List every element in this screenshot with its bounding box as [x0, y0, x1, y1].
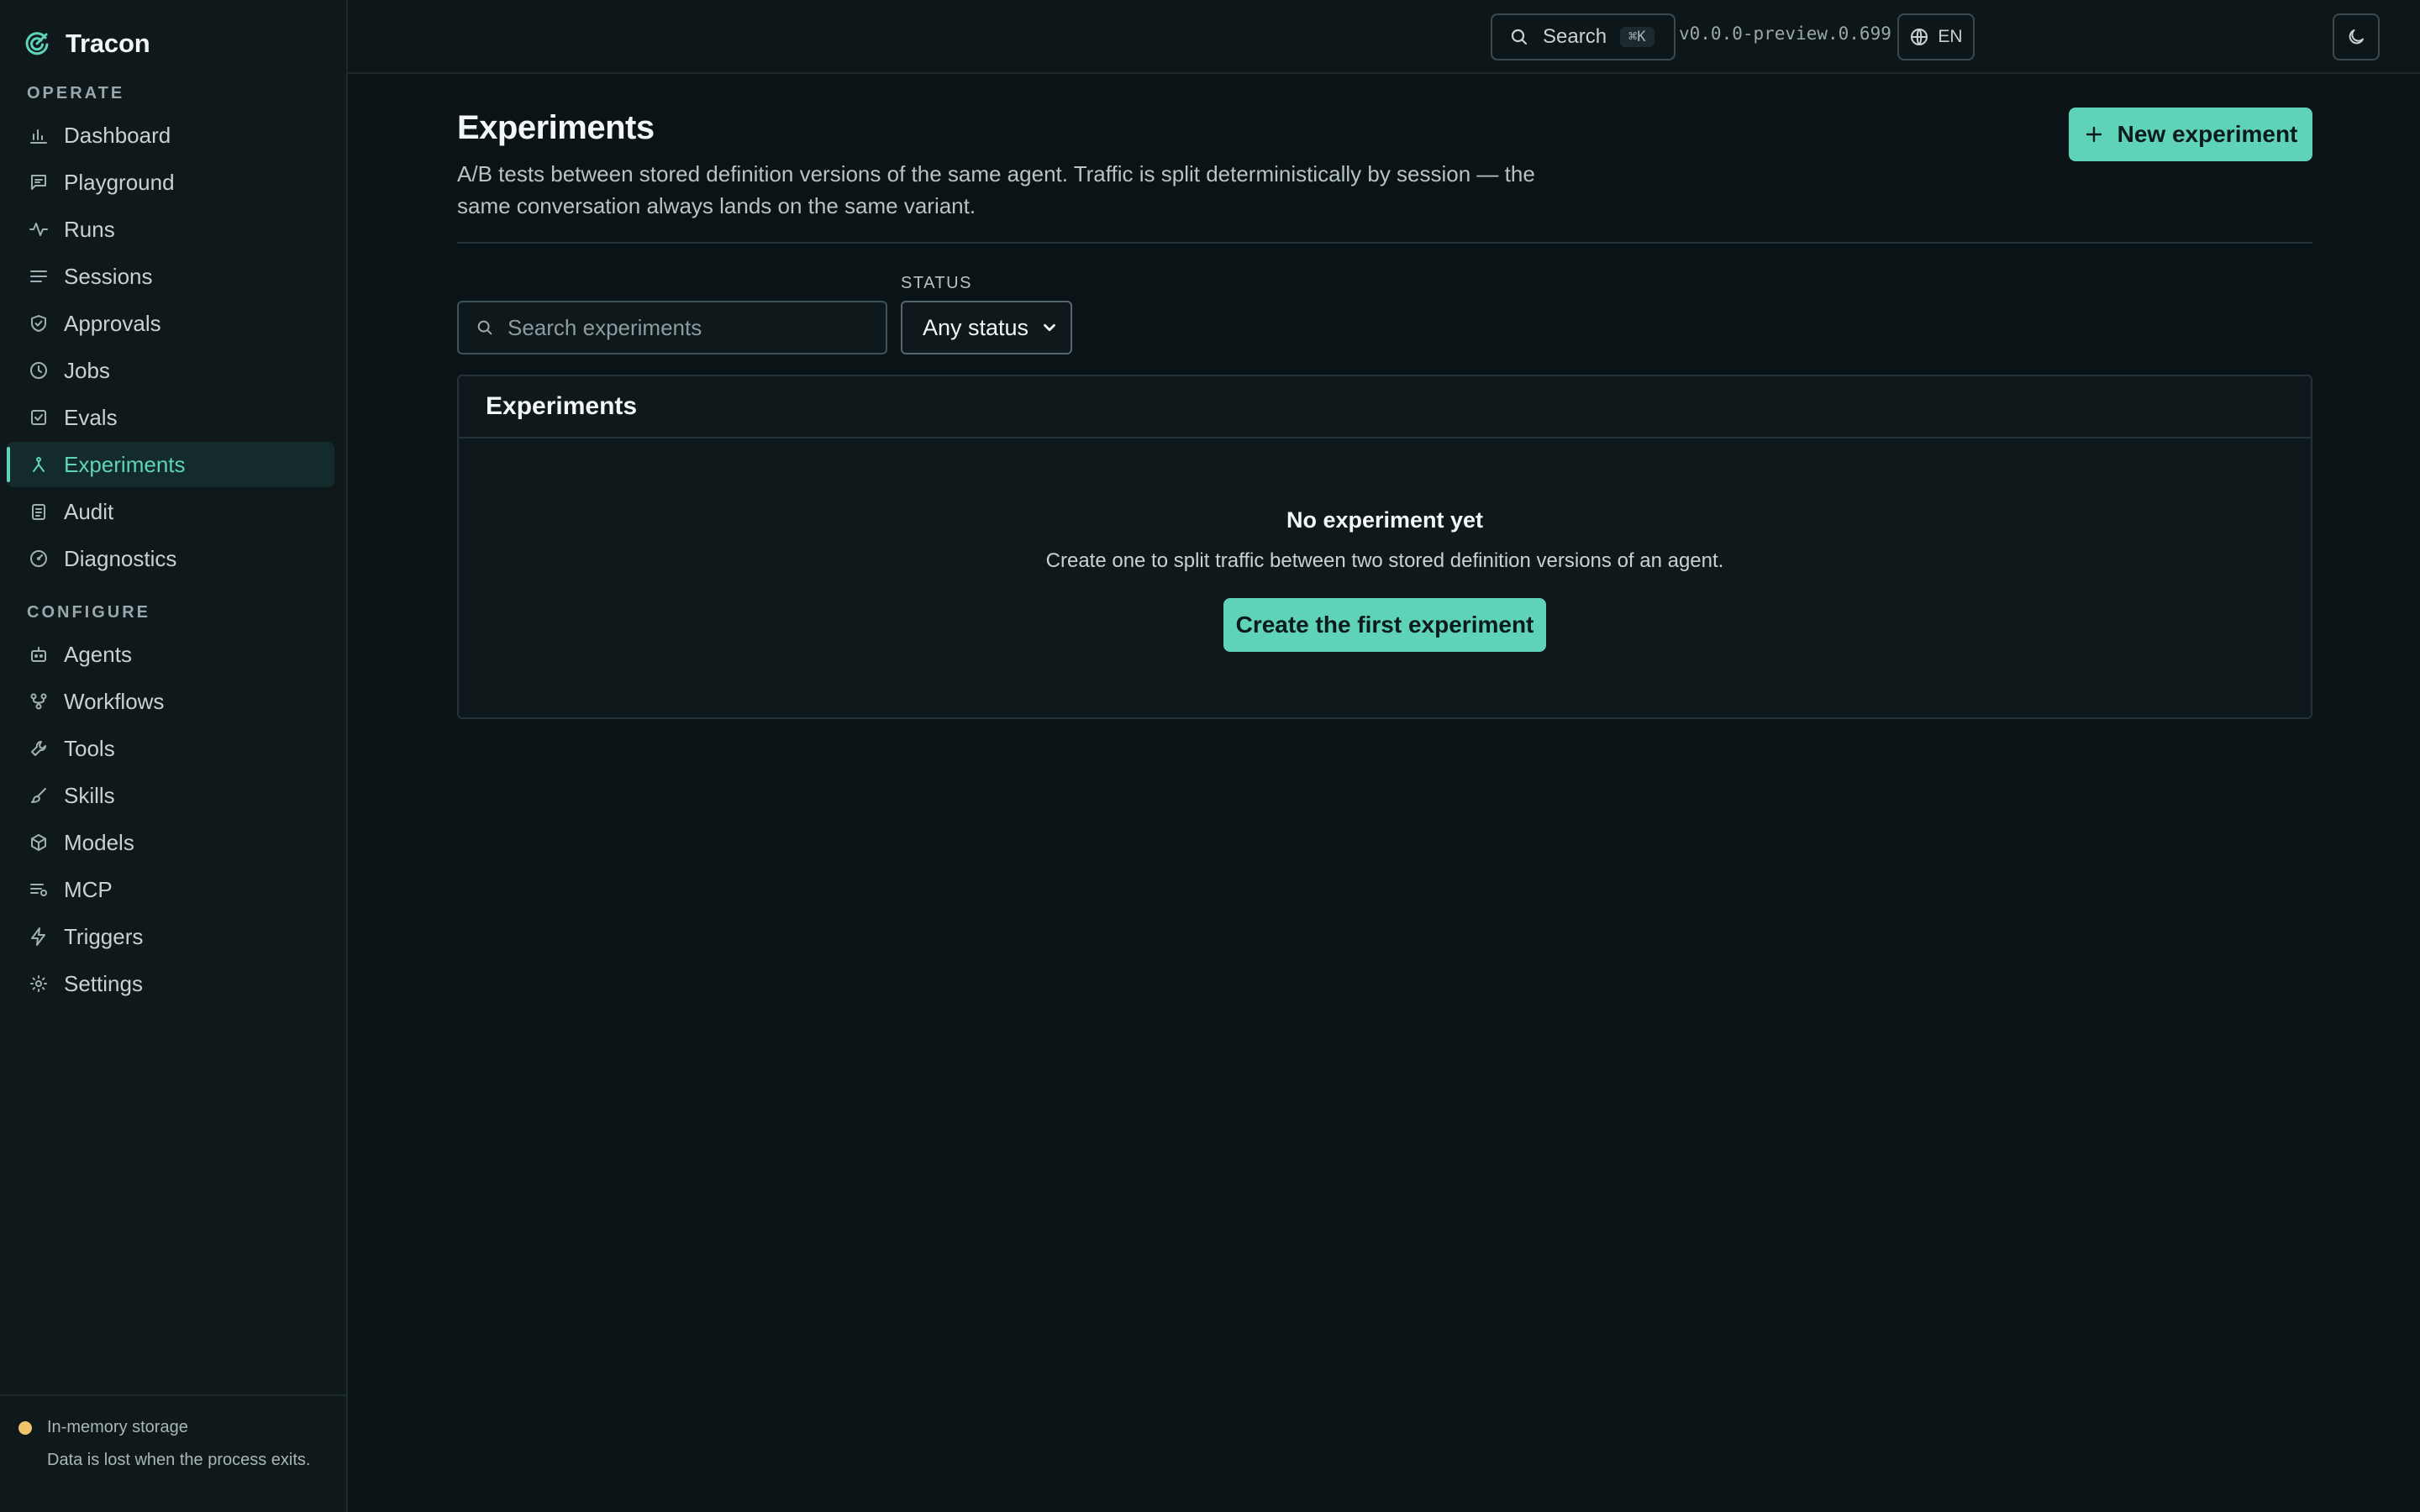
server-list-icon — [30, 884, 47, 896]
split-icon — [33, 457, 45, 472]
bot-icon — [31, 647, 46, 662]
bolt-icon — [31, 927, 45, 946]
checkbox-icon — [31, 410, 46, 425]
sidebar-item-label: Agents — [64, 641, 132, 667]
sidebar-item-label: Approvals — [64, 310, 161, 336]
search-icon — [1511, 29, 1528, 45]
new-experiment-label: New experiment — [2117, 121, 2298, 147]
chat-icon — [31, 175, 46, 190]
sidebar-item-label: Experiments — [64, 451, 186, 477]
clipboard-icon — [32, 504, 45, 520]
new-experiment-button[interactable]: New experiment — [2069, 108, 2312, 161]
bar-chart-icon — [30, 129, 47, 144]
experiments-panel: Experiments No experiment yet Create one… — [457, 375, 2312, 719]
sidebar-item-label: Runs — [64, 216, 115, 242]
sidebar-item-label: Audit — [64, 498, 114, 524]
create-first-experiment-button[interactable]: Create the first experiment — [1223, 598, 1546, 652]
sidebar-item-label: Playground — [64, 169, 175, 195]
sidebar-item-evals[interactable]: Evals — [7, 395, 334, 440]
experiment-search-field[interactable] — [457, 301, 887, 354]
shield-check-icon — [31, 315, 46, 332]
page-description: A/B tests between stored definition vers… — [457, 161, 1535, 218]
sidebar-item-dashboard[interactable]: Dashboard — [7, 113, 334, 158]
configure-nav: Agents Workflows Tools Skills Models MCP… — [7, 632, 334, 1008]
clock-icon — [30, 362, 47, 379]
empty-state-description: Create one to split traffic between two … — [1045, 549, 1724, 572]
storage-notice: In-memory storage Data is lost when the … — [0, 1394, 346, 1512]
wrench-icon — [31, 741, 46, 756]
global-search-button[interactable]: Search ⌘K — [1491, 13, 1676, 60]
sidebar-item-label: MCP — [64, 876, 113, 902]
language-button[interactable]: EN — [1897, 13, 1975, 60]
sidebar-item-label: Jobs — [64, 357, 110, 383]
sidebar: Tracon OPERATE Dashboard Playground Runs… — [0, 0, 348, 1512]
empty-state-title: No experiment yet — [1286, 507, 1484, 533]
sidebar-item-triggers[interactable]: Triggers — [7, 914, 334, 959]
sidebar-item-runs[interactable]: Runs — [7, 207, 334, 252]
sidebar-item-label: Evals — [64, 404, 118, 430]
globe-icon — [1911, 29, 1928, 45]
theme-toggle-button[interactable] — [2333, 13, 2380, 60]
activity-icon — [29, 223, 48, 236]
tracon-logo-icon — [25, 32, 49, 55]
page-title: Experiments — [457, 109, 655, 146]
operate-nav: Dashboard Playground Runs Sessions Appro… — [7, 113, 334, 583]
sidebar-item-workflows[interactable]: Workflows — [7, 679, 334, 724]
search-shortcut: ⌘K — [1620, 27, 1655, 47]
topbar — [348, 0, 2420, 74]
sidebar-item-label: Triggers — [64, 923, 144, 949]
language-label: EN — [1938, 27, 1963, 46]
status-filter-label: STATUS — [901, 274, 972, 292]
app-name: Tracon — [66, 29, 150, 58]
sidebar-item-experiments[interactable]: Experiments — [7, 442, 334, 487]
sidebar-item-playground[interactable]: Playground — [7, 160, 334, 205]
sidebar-item-label: Diagnostics — [64, 545, 177, 571]
sidebar-item-settings[interactable]: Settings — [7, 961, 334, 1006]
global-search-label: Search — [1543, 25, 1607, 48]
sidebar-item-sessions[interactable]: Sessions — [7, 254, 334, 299]
operate-section-label: OPERATE — [27, 84, 125, 102]
panel-title: Experiments — [459, 376, 2311, 438]
sun-gear-icon — [30, 975, 47, 992]
search-icon — [477, 320, 492, 335]
gauge-icon — [30, 550, 47, 567]
configure-section-label: CONFIGURE — [27, 603, 150, 622]
sidebar-item-tools[interactable]: Tools — [7, 726, 334, 771]
sidebar-item-mcp[interactable]: MCP — [7, 867, 334, 912]
warning-dot-icon — [18, 1421, 32, 1435]
workflow-icon — [30, 693, 47, 710]
sidebar-item-models[interactable]: Models — [7, 820, 334, 865]
list-icon — [30, 270, 47, 282]
experiment-search-input[interactable] — [508, 314, 877, 341]
sidebar-item-label: Dashboard — [64, 122, 171, 148]
status-filter-value: Any status — [923, 314, 1029, 340]
sidebar-item-label: Settings — [64, 970, 143, 996]
brand[interactable]: Tracon — [24, 25, 150, 62]
sidebar-item-skills[interactable]: Skills — [7, 773, 334, 818]
moon-icon — [2349, 29, 2364, 45]
status-filter-select[interactable]: Any status — [901, 301, 1072, 354]
sidebar-item-jobs[interactable]: Jobs — [7, 348, 334, 393]
header-divider — [457, 242, 2312, 244]
sidebar-item-label: Tools — [64, 735, 115, 761]
sidebar-item-label: Workflows — [64, 688, 165, 714]
brush-icon — [31, 788, 46, 803]
storage-title: In-memory storage — [47, 1418, 188, 1436]
cube-icon — [31, 834, 46, 851]
sidebar-item-diagnostics[interactable]: Diagnostics — [7, 536, 334, 581]
chevron-down-icon — [1044, 323, 1055, 332]
plus-icon — [2086, 126, 2102, 143]
version-label: v0.0.0-preview.0.699 — [1679, 24, 1891, 44]
sidebar-item-label: Sessions — [64, 263, 153, 289]
sidebar-item-label: Models — [64, 829, 134, 855]
sidebar-item-label: Skills — [64, 782, 115, 808]
sidebar-item-audit[interactable]: Audit — [7, 489, 334, 534]
sidebar-item-approvals[interactable]: Approvals — [7, 301, 334, 346]
sidebar-item-agents[interactable]: Agents — [7, 632, 334, 677]
storage-description: Data is lost when the process exits. — [47, 1451, 311, 1469]
